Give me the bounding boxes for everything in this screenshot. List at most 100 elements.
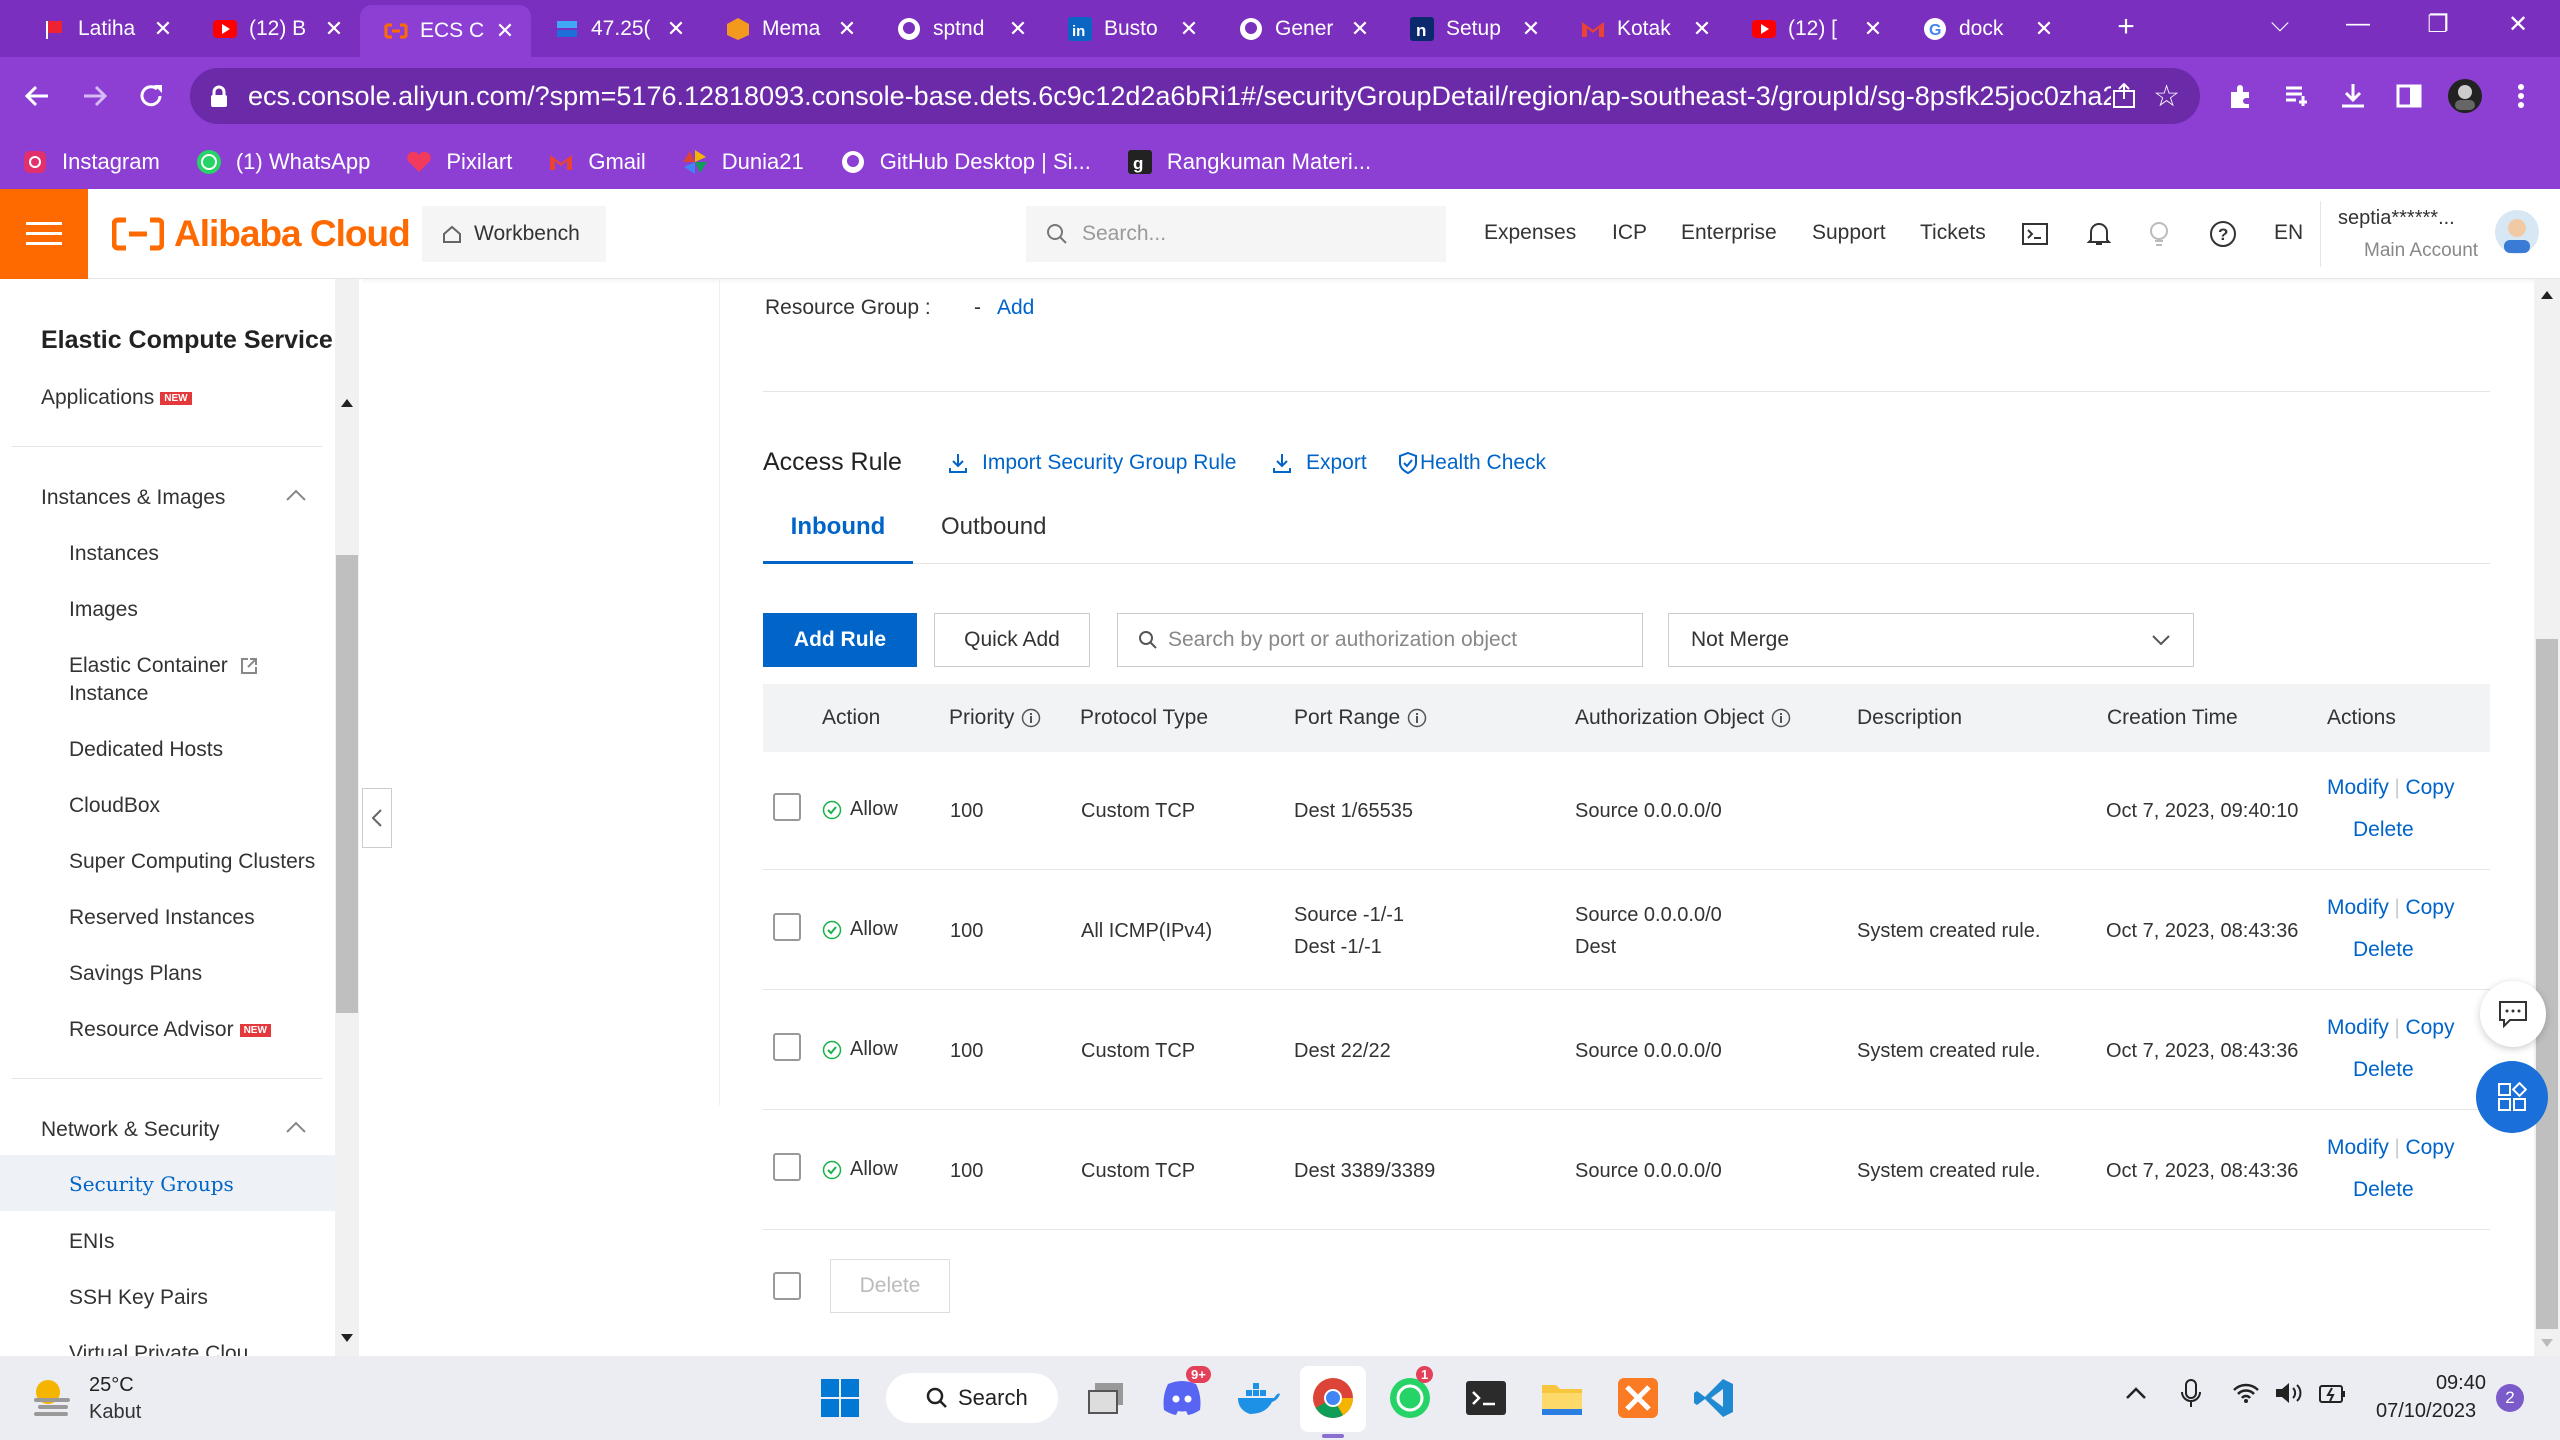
import-rule-link[interactable]: Import Security Group Rule [948, 451, 1236, 475]
info-icon[interactable] [1021, 708, 1041, 728]
close-tab-icon[interactable]: ✕ [1859, 16, 1887, 42]
browser-tab[interactable]: n Setup ✕ [1386, 7, 1557, 51]
restore-icon[interactable]: ❐ [2418, 10, 2458, 39]
close-tab-icon[interactable]: ✕ [1004, 16, 1032, 42]
console-search-input[interactable]: Search... [1026, 206, 1446, 262]
sidebar-item-resource-advisor[interactable]: Resource Advisor NEW [69, 1018, 271, 1042]
vscode-icon[interactable] [1690, 1374, 1738, 1422]
tab-search-icon[interactable]: ⌵ [2260, 10, 2300, 38]
delete-link[interactable]: Delete [2353, 818, 2414, 841]
sidebar-item-dedicated-hosts[interactable]: Dedicated Hosts [69, 738, 223, 762]
sidebar-item-instances[interactable]: Instances [69, 542, 159, 566]
bookmark-rangkuman[interactable]: g Rangkuman Materi... [1127, 149, 1371, 175]
clock-date[interactable]: 07/10/2023 [2376, 1400, 2476, 1423]
scrollbar-thumb[interactable] [2536, 639, 2558, 1329]
tickets-link[interactable]: Tickets [1920, 221, 1986, 245]
back-icon[interactable] [16, 75, 58, 117]
microphone-icon[interactable] [2180, 1378, 2202, 1410]
enterprise-link[interactable]: Enterprise [1681, 221, 1777, 245]
delete-link[interactable]: Delete [2353, 1178, 2414, 1201]
close-window-icon[interactable]: ✕ [2498, 10, 2538, 39]
hamburger-menu-icon[interactable] [0, 189, 88, 279]
alibaba-cloud-logo[interactable]: Alibaba Cloud [112, 213, 411, 255]
help-icon[interactable]: ? [2206, 217, 2240, 251]
browser-tab[interactable]: 47.25( ✕ [531, 7, 702, 51]
sidebar-section-network[interactable]: Network & Security [41, 1118, 220, 1142]
sidebar-item-enis[interactable]: ENIs [69, 1230, 115, 1254]
weather-icon[interactable] [28, 1372, 76, 1420]
download-icon[interactable] [2332, 75, 2374, 117]
docker-icon[interactable] [1234, 1374, 1282, 1422]
health-check-link[interactable]: Health Check [1398, 451, 1546, 475]
close-tab-icon[interactable]: ✕ [1346, 16, 1374, 42]
new-tab-button[interactable]: + [2106, 10, 2146, 44]
bookmark-github-desktop[interactable]: GitHub Desktop | Si... [840, 149, 1091, 175]
modify-link[interactable]: Modify [2327, 896, 2389, 919]
close-tab-icon[interactable]: ✕ [491, 18, 519, 44]
row-checkbox[interactable] [773, 1153, 801, 1181]
close-tab-icon[interactable]: ✕ [2030, 16, 2058, 42]
file-explorer-icon[interactable] [1538, 1374, 1586, 1422]
sidebar-item-eci[interactable]: Elastic Container [69, 654, 258, 678]
side-panel-icon[interactable] [2388, 75, 2430, 117]
terminal-app-icon[interactable] [1462, 1374, 1510, 1422]
collapse-sidebar-icon[interactable] [362, 788, 392, 848]
bookmark-star-icon[interactable]: ☆ [2153, 79, 2180, 114]
browser-tab[interactable]: Gener ✕ [1215, 7, 1386, 51]
copy-link[interactable]: Copy [2405, 896, 2454, 919]
quick-add-button[interactable]: Quick Add [934, 613, 1090, 667]
support-link[interactable]: Support [1812, 221, 1886, 245]
sidebar-item-vpc[interactable]: Virtual Private Clou... [69, 1342, 266, 1356]
extensions-icon[interactable] [2220, 75, 2262, 117]
browser-tab[interactable]: sptnd ✕ [873, 7, 1044, 51]
profile-avatar-icon[interactable] [2444, 75, 2486, 117]
tab-inbound[interactable]: Inbound [763, 509, 913, 564]
site-info-icon[interactable] [208, 85, 230, 109]
row-checkbox[interactable] [773, 913, 801, 941]
expenses-link[interactable]: Expenses [1484, 221, 1576, 245]
account-name[interactable]: septia******... [2338, 207, 2455, 230]
modify-link[interactable]: Modify [2327, 1016, 2389, 1039]
lightbulb-icon[interactable] [2142, 217, 2176, 251]
sidebar-section-instances[interactable]: Instances & Images [41, 486, 225, 510]
forward-icon[interactable] [74, 75, 116, 117]
terminal-icon[interactable] [2018, 217, 2052, 251]
close-tab-icon[interactable]: ✕ [833, 16, 861, 42]
browser-tab-active[interactable]: ECS C ✕ [360, 5, 531, 57]
bulk-delete-button[interactable]: Delete [830, 1259, 950, 1313]
notification-badge[interactable]: 2 [2496, 1384, 2524, 1412]
browser-tab[interactable]: (12) [ ✕ [1728, 7, 1899, 51]
close-tab-icon[interactable]: ✕ [662, 16, 690, 42]
copy-link[interactable]: Copy [2405, 1016, 2454, 1039]
icp-link[interactable]: ICP [1612, 221, 1647, 245]
row-checkbox[interactable] [773, 1033, 801, 1061]
delete-link[interactable]: Delete [2353, 938, 2414, 961]
close-tab-icon[interactable]: ✕ [320, 16, 348, 42]
xampp-icon[interactable] [1614, 1374, 1662, 1422]
browser-tab[interactable]: Latiha ✕ [18, 7, 189, 51]
bookmark-pixilart[interactable]: Pixilart [406, 149, 512, 175]
sidebar-item-applications[interactable]: Applications NEW [41, 386, 192, 410]
url-text[interactable]: ecs.console.aliyun.com/?spm=5176.1281809… [248, 81, 2111, 112]
browser-tab[interactable]: in Busto ✕ [1044, 7, 1215, 51]
info-icon[interactable] [1407, 708, 1427, 728]
scroll-down-arrow-icon[interactable] [2534, 1339, 2560, 1347]
chevron-up-icon[interactable] [284, 484, 308, 508]
rule-search-input[interactable]: Search by port or authorization object [1117, 613, 1643, 667]
feedback-chat-icon[interactable] [2480, 981, 2546, 1047]
copy-link[interactable]: Copy [2405, 776, 2454, 799]
volume-icon[interactable] [2274, 1380, 2304, 1406]
sidebar-item-super-computing[interactable]: Super Computing Clusters [69, 850, 315, 874]
bookmark-instagram[interactable]: Instagram [22, 149, 160, 175]
sidebar-item-ssh-key-pairs[interactable]: SSH Key Pairs [69, 1286, 208, 1310]
weather-desc[interactable]: Kabut [89, 1401, 141, 1424]
scrollbar-thumb[interactable] [336, 555, 358, 1013]
scroll-up-arrow-icon[interactable] [2534, 291, 2560, 299]
chrome-icon[interactable] [1309, 1374, 1357, 1422]
scroll-up-arrow-icon[interactable] [335, 399, 359, 414]
add-rule-button[interactable]: Add Rule [763, 613, 917, 667]
avatar[interactable] [2494, 209, 2540, 255]
select-all-checkbox[interactable] [773, 1272, 801, 1300]
sidebar-item-cloudbox[interactable]: CloudBox [69, 794, 160, 818]
task-view-icon[interactable] [1082, 1374, 1130, 1422]
